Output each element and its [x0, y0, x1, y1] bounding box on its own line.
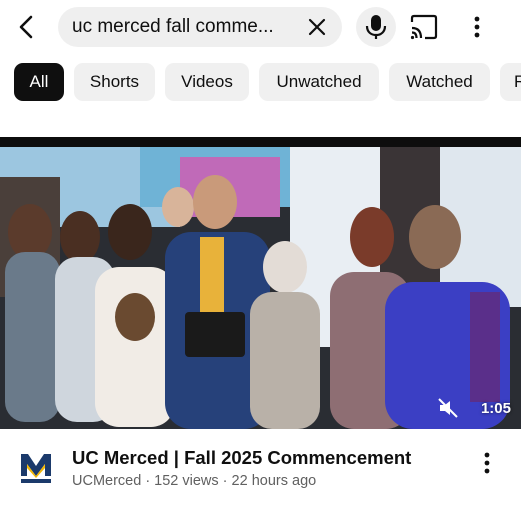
search-query[interactable]: uc merced fall comme...	[72, 17, 292, 37]
muted-speaker-icon	[438, 398, 458, 418]
more-vertical-icon	[484, 452, 490, 474]
search-box[interactable]: uc merced fall comme...	[58, 7, 342, 47]
close-icon	[308, 18, 326, 36]
uc-merced-logo-icon	[18, 450, 54, 486]
back-button[interactable]	[12, 12, 42, 42]
chip-all[interactable]: All	[14, 63, 64, 101]
video-title[interactable]: UC Merced | Fall 2025 Commencement	[72, 446, 472, 470]
chip-watched[interactable]: Watched	[389, 63, 490, 101]
video-subtitle: UCMerced · 152 views · 22 hours ago	[72, 473, 317, 489]
chip-shorts[interactable]: Shorts	[74, 63, 155, 101]
filter-chips: All Shorts Videos Unwatched Watched R	[14, 63, 521, 103]
cast-icon	[410, 14, 438, 40]
cast-button[interactable]	[404, 9, 444, 45]
video-thumbnail[interactable]: 1:05	[0, 137, 521, 429]
chip-partial[interactable]: R	[500, 63, 521, 101]
top-bar: uc merced fall comme...	[0, 0, 521, 54]
chip-unwatched[interactable]: Unwatched	[259, 63, 379, 101]
video-more-button[interactable]	[476, 448, 498, 478]
video-duration: 1:05	[480, 400, 511, 417]
clear-search-button[interactable]	[306, 16, 328, 38]
thumbnail-image	[0, 137, 521, 429]
more-vertical-icon	[474, 16, 480, 38]
arrow-left-icon	[19, 15, 33, 39]
chip-videos[interactable]: Videos	[165, 63, 249, 101]
channel-avatar[interactable]	[18, 450, 54, 486]
video-meta: UC Merced | Fall 2025 Commencement UCMer…	[0, 442, 521, 502]
microphone-icon	[365, 15, 387, 39]
voice-search-button[interactable]	[356, 7, 396, 47]
more-options-button[interactable]	[462, 9, 492, 45]
